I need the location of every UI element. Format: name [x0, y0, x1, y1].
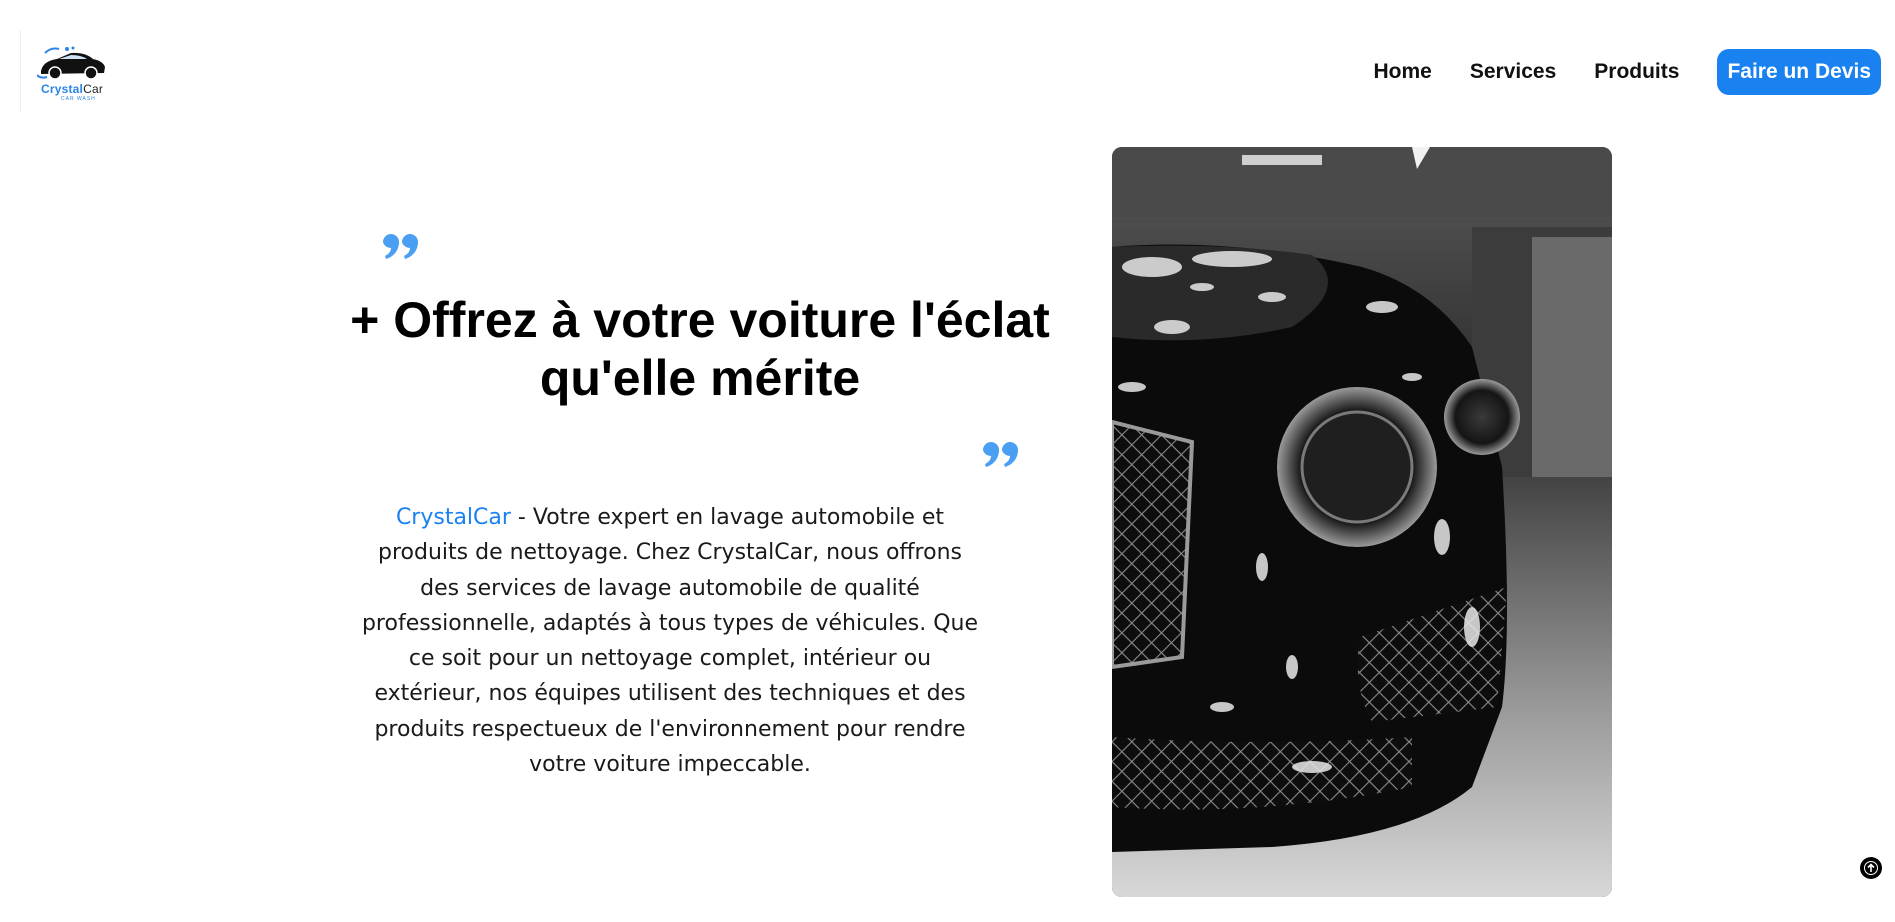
brand-name: CrystalCar: [41, 82, 104, 96]
hero-description: CrystalCar - Votre expert en lavage auto…: [360, 500, 980, 782]
description-text: - Votre expert en lavage automobile et p…: [361, 505, 979, 778]
quote-request-button[interactable]: Faire un Devis: [1717, 49, 1881, 95]
arrow-up-icon: [1864, 861, 1878, 875]
brand-highlight: CrystalCar: [395, 505, 511, 530]
nav-home-link[interactable]: Home: [1373, 60, 1431, 84]
brand-tagline: CAR WASH: [61, 96, 96, 102]
quote-close-icon: [983, 442, 1018, 467]
nav-produits-link[interactable]: Produits: [1594, 60, 1679, 84]
quote-open-icon: [383, 234, 418, 259]
hero-car-image: [1112, 147, 1612, 897]
foam-car-photo-icon: [1112, 147, 1612, 897]
hero-headline: + Offrez à votre voiture l'éclat qu'elle…: [330, 291, 1070, 407]
car-logo-icon: [37, 46, 105, 80]
brand-logo[interactable]: CrystalCar CAR WASH: [20, 30, 120, 112]
site-header: CrystalCar CAR WASH Home Services Produi…: [0, 0, 1895, 112]
headline-line-1: + Offrez à votre voiture l'éclat: [350, 292, 1050, 348]
scroll-to-top-button[interactable]: [1860, 857, 1882, 879]
headline-line-2: qu'elle mérite: [539, 350, 861, 406]
nav-services-link[interactable]: Services: [1470, 60, 1556, 84]
main-nav: Home Services Produits Faire un Devis: [1373, 49, 1881, 95]
